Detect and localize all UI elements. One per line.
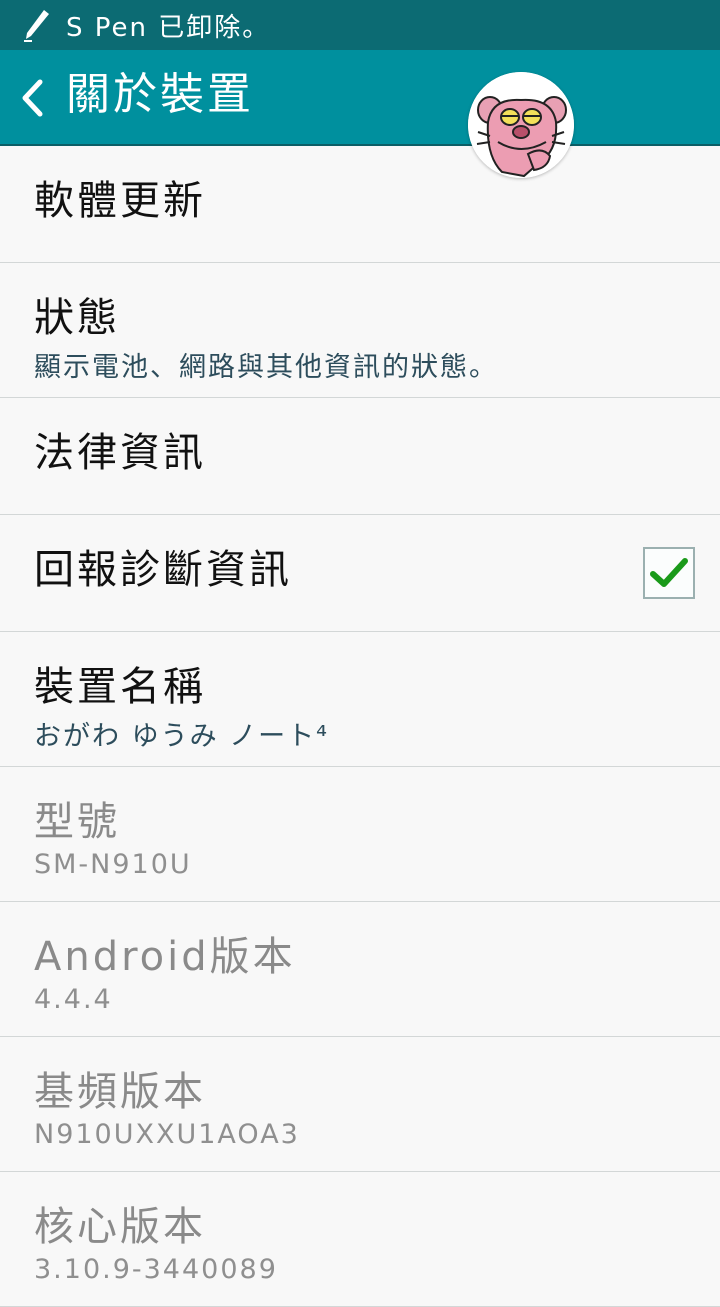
list-item-title: 型號 [34, 799, 120, 845]
list-item-model: 型號 SM-N910U [0, 767, 720, 902]
list-item-subtitle: 3.10.9-3440089 [34, 1254, 278, 1285]
list-item-status[interactable]: 狀態 顯示電池、網路與其他資訊的狀態。 [0, 263, 720, 398]
list-item-android-version[interactable]: Android版本 4.4.4 [0, 902, 720, 1037]
status-bar: S Pen 已卸除。 [0, 0, 720, 50]
list-item-title: 核心版本 [34, 1204, 206, 1250]
list-item-title: 法律資訊 [34, 430, 206, 476]
list-item-device-name[interactable]: 裝置名稱 おがわ ゆうみ ノート⁴ [0, 632, 720, 767]
list-item-title: 基頻版本 [34, 1069, 206, 1115]
list-item-baseband-version: 基頻版本 N910UXXU1AOA3 [0, 1037, 720, 1172]
list-item-title: 回報診斷資訊 [34, 547, 292, 593]
list-item-subtitle: SM-N910U [34, 849, 192, 880]
list-item-software-update[interactable]: 軟體更新 [0, 146, 720, 263]
list-item-subtitle: おがわ ゆうみ ノート⁴ [34, 721, 329, 752]
diagnostic-checkbox[interactable] [643, 547, 695, 599]
list-item-title: 裝置名稱 [34, 664, 206, 710]
list-item-report-diagnostic[interactable]: 回報診斷資訊 [0, 515, 720, 632]
list-item-title: 狀態 [34, 295, 120, 341]
settings-list: 軟體更新 狀態 顯示電池、網路與其他資訊的狀態。 法律資訊 回報診斷資訊 裝置名… [0, 146, 720, 1307]
action-bar: 關於裝置 [0, 50, 720, 178]
check-icon [650, 558, 688, 587]
status-notification: S Pen 已卸除。 [66, 12, 271, 43]
list-item-title: Android版本 [34, 934, 296, 980]
list-item-legal-info[interactable]: 法律資訊 [0, 398, 720, 515]
list-item-title: 軟體更新 [34, 178, 206, 224]
back-button[interactable] [10, 72, 54, 124]
chevron-left-icon [22, 79, 43, 117]
page-title: 關於裝置 [66, 69, 254, 120]
list-item-subtitle: 4.4.4 [34, 984, 113, 1015]
list-item-subtitle: 顯示電池、網路與其他資訊的狀態。 [34, 352, 498, 383]
list-item-kernel-version: 核心版本 3.10.9-3440089 [0, 1172, 720, 1307]
pen-icon [24, 10, 49, 42]
list-item-subtitle: N910UXXU1AOA3 [34, 1119, 300, 1150]
